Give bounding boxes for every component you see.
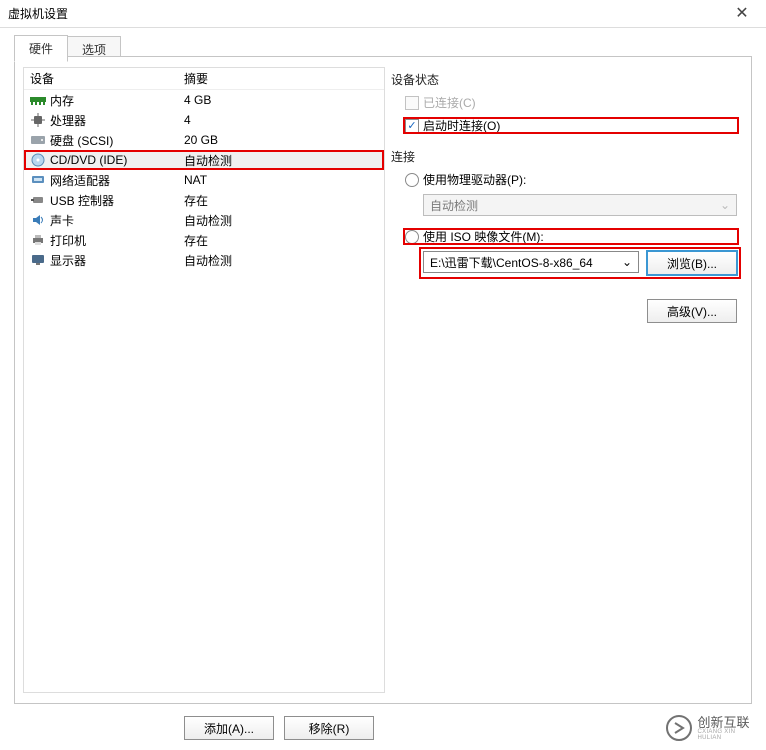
browse-button[interactable]: 浏览(B)...	[647, 251, 737, 275]
device-row-memory[interactable]: 内存 4 GB	[24, 90, 384, 110]
iso-file-value: E:\迅雷下载\CentOS-8-x86_64	[430, 254, 593, 271]
device-name: 打印机	[50, 232, 86, 249]
device-name: 网络适配器	[50, 172, 110, 189]
device-name: 硬盘 (SCSI)	[50, 132, 113, 149]
watermark-text: 创新互联	[698, 716, 760, 729]
iso-file-combo[interactable]: E:\迅雷下载\CentOS-8-x86_64 ⌄	[423, 251, 639, 273]
printer-icon	[30, 233, 46, 247]
physical-drive-value: 自动检测	[430, 197, 478, 214]
device-list[interactable]: 设备 摘要 内存 4 GB 处理器 4	[23, 67, 385, 693]
cdrom-icon	[30, 153, 46, 167]
use-physical-label: 使用物理驱动器(P):	[423, 171, 526, 188]
device-name: 内存	[50, 92, 74, 109]
connected-checkbox	[405, 96, 419, 110]
device-name: CD/DVD (IDE)	[50, 153, 127, 167]
device-summary: 4	[184, 113, 380, 127]
display-icon	[30, 253, 46, 267]
use-iso-radio-row[interactable]: 使用 ISO 映像文件(M):	[405, 228, 737, 245]
device-summary: 4 GB	[184, 93, 380, 107]
device-summary: 存在	[184, 192, 380, 209]
connect-at-power-on-row[interactable]: ✓ 启动时连接(O)	[405, 117, 737, 134]
chevron-down-icon: ⌄	[720, 198, 730, 212]
device-name: 处理器	[50, 112, 86, 129]
memory-icon	[30, 93, 46, 107]
close-icon[interactable]: ✕	[726, 6, 758, 22]
device-row-usb[interactable]: USB 控制器 存在	[24, 190, 384, 210]
device-header-device: 设备	[28, 70, 184, 87]
network-icon	[30, 173, 46, 187]
connected-label: 已连接(C)	[423, 94, 476, 111]
device-summary: 自动检测	[184, 212, 380, 229]
device-row-cpu[interactable]: 处理器 4	[24, 110, 384, 130]
device-row-network[interactable]: 网络适配器 NAT	[24, 170, 384, 190]
advanced-button[interactable]: 高级(V)...	[647, 299, 737, 323]
use-physical-radio[interactable]	[405, 173, 419, 187]
watermark-subtext: CXIANG XIN HULIAN	[698, 729, 760, 741]
disk-icon	[30, 133, 46, 147]
sound-icon	[30, 213, 46, 227]
use-physical-radio-row[interactable]: 使用物理驱动器(P):	[405, 171, 737, 188]
use-iso-label: 使用 ISO 映像文件(M):	[423, 228, 544, 245]
device-summary: 自动检测	[184, 152, 380, 169]
chevron-down-icon[interactable]: ⌄	[622, 255, 632, 269]
physical-drive-combo: 自动检测 ⌄	[423, 194, 737, 216]
cpu-icon	[30, 113, 46, 127]
remove-button[interactable]: 移除(R)	[284, 716, 374, 740]
use-iso-radio[interactable]	[405, 230, 419, 244]
add-button[interactable]: 添加(A)...	[184, 716, 274, 740]
device-row-sound[interactable]: 声卡 自动检测	[24, 210, 384, 230]
device-row-disk[interactable]: 硬盘 (SCSI) 20 GB	[24, 130, 384, 150]
connect-at-power-on-label: 启动时连接(O)	[423, 117, 500, 134]
device-header-summary: 摘要	[184, 70, 380, 87]
device-name: 显示器	[50, 252, 86, 269]
device-row-printer[interactable]: 打印机 存在	[24, 230, 384, 250]
usb-icon	[30, 193, 46, 207]
device-summary: 20 GB	[184, 133, 380, 147]
device-name: 声卡	[50, 212, 74, 229]
device-summary: 自动检测	[184, 252, 380, 269]
connection-title: 连接	[391, 148, 737, 165]
watermark-icon	[664, 713, 694, 743]
device-name: USB 控制器	[50, 192, 114, 209]
device-summary: 存在	[184, 232, 380, 249]
window-title: 虚拟机设置	[8, 5, 726, 22]
device-row-display[interactable]: 显示器 自动检测	[24, 250, 384, 270]
tab-hardware[interactable]: 硬件	[14, 35, 68, 62]
device-status-title: 设备状态	[391, 71, 737, 88]
watermark: 创新互联 CXIANG XIN HULIAN	[664, 710, 760, 746]
device-row-cdrom[interactable]: CD/DVD (IDE) 自动检测	[24, 150, 384, 170]
device-summary: NAT	[184, 173, 380, 187]
connect-at-power-on-checkbox[interactable]: ✓	[405, 119, 419, 133]
